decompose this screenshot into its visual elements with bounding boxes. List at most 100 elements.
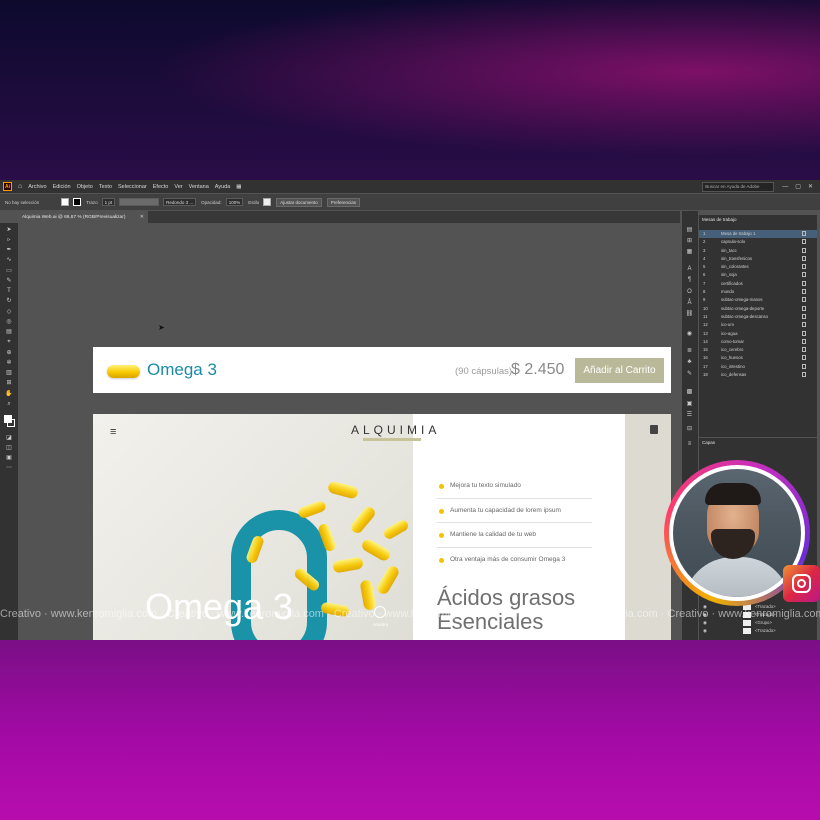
fill-swatch[interactable] bbox=[61, 198, 70, 206]
artboard-options-icon[interactable] bbox=[802, 305, 806, 311]
artboard-row[interactable]: 14 como-tomar bbox=[699, 338, 817, 346]
artboard-options-icon[interactable] bbox=[802, 338, 806, 344]
artboard-row[interactable]: 16 ico_huesos bbox=[699, 354, 817, 362]
artboard-row[interactable]: 2 capsula-solo bbox=[699, 238, 817, 246]
menu-ayuda[interactable]: Ayuda bbox=[215, 184, 231, 190]
rotate-tool-icon[interactable]: ↻ bbox=[4, 298, 14, 304]
libraries-icon[interactable]: ▦ bbox=[685, 249, 694, 256]
brushes-icon[interactable]: ✎ bbox=[685, 371, 694, 378]
add-to-cart-button[interactable]: Añadir al Carrito bbox=[575, 358, 664, 383]
artboard-options-icon[interactable] bbox=[802, 322, 806, 328]
shopping-bag-icon[interactable] bbox=[650, 425, 658, 434]
artboard-row[interactable]: 6 sin_soja bbox=[699, 271, 817, 279]
curvature-tool-icon[interactable]: ∿ bbox=[4, 257, 14, 263]
style-swatch[interactable] bbox=[263, 198, 272, 206]
shape-builder-tool-icon[interactable]: ◎ bbox=[4, 319, 14, 325]
layers-panel-icon[interactable]: ☰ bbox=[685, 412, 694, 419]
minimize-icon[interactable]: — bbox=[782, 184, 788, 190]
help-search-input[interactable]: Buscar en Ayuda de Adobe bbox=[702, 181, 775, 192]
properties-icon[interactable]: ▤ bbox=[685, 227, 694, 234]
menu-edicion[interactable]: Edición bbox=[53, 184, 71, 190]
artboard-options-icon[interactable] bbox=[802, 289, 806, 295]
blend-tool-icon[interactable]: ⊕ bbox=[4, 350, 14, 356]
artboard-row[interactable]: 1 Mesa de trabajo 1 bbox=[699, 230, 817, 239]
character-icon[interactable]: A bbox=[685, 266, 694, 273]
rectangle-tool-icon[interactable]: ▭ bbox=[4, 268, 14, 274]
artboard-options-icon[interactable] bbox=[802, 255, 806, 261]
gradient-tool-icon[interactable]: ▤ bbox=[4, 329, 14, 335]
artboard-row[interactable]: 3 sin_tacc bbox=[699, 247, 817, 255]
artboard-canvas[interactable]: ➤ Omega 3 (90 cápsulas) $ 2.450 Añadir a… bbox=[18, 223, 673, 640]
symbol-sprayer-tool-icon[interactable]: ✲ bbox=[4, 360, 14, 366]
artboard-row[interactable]: 15 ico_cerebro bbox=[699, 346, 817, 354]
eraser-tool-icon[interactable]: ◇ bbox=[4, 309, 14, 315]
selection-tool-icon[interactable]: ➤ bbox=[4, 227, 14, 233]
menu-efecto[interactable]: Efecto bbox=[153, 184, 169, 190]
stroke-panel-icon[interactable]: ≡ bbox=[685, 441, 694, 448]
paragraph-icon[interactable]: ¶ bbox=[685, 277, 694, 284]
symbols-icon[interactable]: ♣ bbox=[685, 359, 694, 366]
workspace-grid-icon[interactable]: ▦ bbox=[236, 184, 241, 190]
artboard-row[interactable]: 12 ico-um bbox=[699, 321, 817, 329]
transform-icon[interactable]: ⊞ bbox=[685, 238, 694, 245]
artboard-row[interactable]: 10 subtac-omega-deporte bbox=[699, 305, 817, 313]
home-icon[interactable]: ⌂ bbox=[18, 183, 22, 190]
layers-panel-title[interactable]: Capas bbox=[702, 440, 715, 445]
align-icon[interactable]: ≣ bbox=[685, 348, 694, 355]
color-mode-icon[interactable]: ◪ bbox=[4, 435, 14, 441]
direct-selection-tool-icon[interactable]: ▹ bbox=[4, 237, 14, 243]
layer-row[interactable]: ◉ <Trazado> bbox=[699, 627, 817, 635]
zoom-tool-icon[interactable]: ⌕ bbox=[4, 401, 14, 407]
artboard-options-icon[interactable] bbox=[802, 372, 806, 378]
artboard-options-icon[interactable] bbox=[802, 363, 806, 369]
artboard-row[interactable]: 17 ico_intestino bbox=[699, 363, 817, 371]
pen-tool-icon[interactable]: ✒ bbox=[4, 247, 14, 253]
screen-mode-icon[interactable]: ▣ bbox=[4, 455, 14, 461]
brush-tool-icon[interactable]: ✎ bbox=[4, 278, 14, 284]
close-tab-icon[interactable]: ✕ bbox=[140, 214, 144, 220]
artboard-options-icon[interactable] bbox=[802, 239, 806, 245]
appearance-icon[interactable]: ◉ bbox=[685, 331, 694, 338]
artboard-row[interactable]: 4 sin_transfenicos bbox=[699, 255, 817, 263]
stroke-weight-dropdown[interactable]: 1 pt bbox=[101, 198, 116, 206]
swatches-icon[interactable]: ▩ bbox=[685, 389, 694, 396]
artboard-options-icon[interactable] bbox=[802, 272, 806, 278]
variable-width-dropdown[interactable] bbox=[119, 198, 160, 206]
artboard-options-icon[interactable] bbox=[802, 247, 806, 253]
menu-seleccionar[interactable]: Seleccionar bbox=[118, 184, 147, 190]
graph-tool-icon[interactable]: ▥ bbox=[4, 370, 14, 376]
artboards-panel-title[interactable]: Mesas de trabajo bbox=[702, 217, 737, 222]
drawing-mode-icon[interactable]: ◫ bbox=[4, 445, 14, 451]
adjust-document-button[interactable]: Ajustar documento bbox=[276, 197, 322, 207]
artboards-panel-icon[interactable]: ⊟ bbox=[685, 426, 694, 433]
artboard-row[interactable]: 9 subtac-omega-manos bbox=[699, 296, 817, 304]
artboard-options-icon[interactable] bbox=[802, 347, 806, 353]
hand-tool-icon[interactable]: ✋ bbox=[4, 391, 14, 397]
artboard-options-icon[interactable] bbox=[802, 280, 806, 286]
hamburger-menu-icon[interactable]: ≡ bbox=[110, 426, 116, 438]
visibility-eye-icon[interactable]: ◉ bbox=[703, 628, 707, 634]
graphic-styles-icon[interactable]: ▣ bbox=[685, 401, 694, 408]
artboard-row[interactable]: 8 mundo bbox=[699, 288, 817, 296]
document-tab[interactable]: Alquimia Web.ai @ 66,67 % (RGB/Previsual… bbox=[18, 211, 148, 223]
artboard-row[interactable]: 18 ico_defensas bbox=[699, 371, 817, 379]
opentype-icon[interactable]: O bbox=[685, 289, 694, 296]
artboard-options-icon[interactable] bbox=[802, 355, 806, 361]
maximize-icon[interactable]: ▢ bbox=[795, 183, 801, 190]
artboard-row[interactable]: 7 certificados bbox=[699, 280, 817, 288]
glyphs-icon[interactable]: Å bbox=[685, 300, 694, 307]
opacity-input[interactable]: 100% bbox=[225, 198, 244, 206]
artboard-options-icon[interactable] bbox=[802, 264, 806, 270]
close-window-icon[interactable]: ✕ bbox=[808, 183, 813, 190]
artboard-tool-icon[interactable]: ⊞ bbox=[4, 380, 14, 386]
artboard-options-icon[interactable] bbox=[802, 231, 806, 236]
artboard-options-icon[interactable] bbox=[802, 313, 806, 319]
links-icon[interactable]: ⛓ bbox=[685, 311, 694, 318]
menu-archivo[interactable]: Archivo bbox=[28, 184, 46, 190]
menu-texto[interactable]: Texto bbox=[99, 184, 112, 190]
more-tools-icon[interactable]: ⋯ bbox=[4, 465, 14, 471]
menu-objeto[interactable]: Objeto bbox=[77, 184, 93, 190]
artboard-row[interactable]: 11 subtac-omega-descanso bbox=[699, 313, 817, 321]
preferences-button[interactable]: Preferencias bbox=[326, 197, 361, 207]
artboard-row[interactable]: 5 sin_colorantes bbox=[699, 263, 817, 271]
